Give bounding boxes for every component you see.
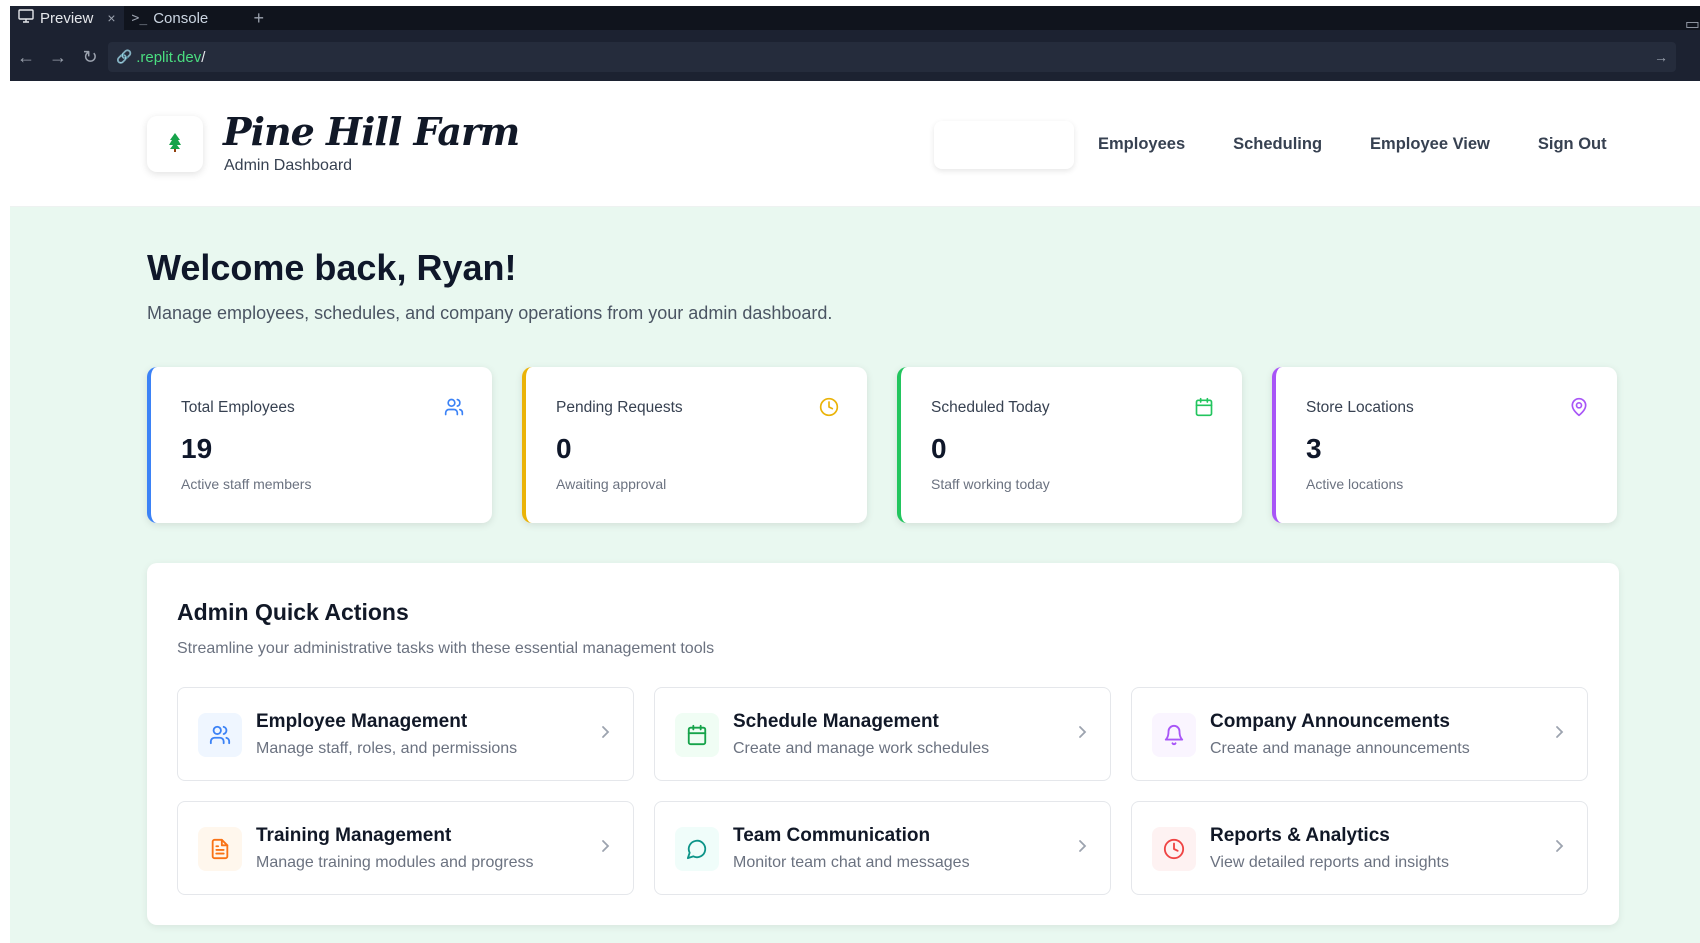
action-title: Team Communication bbox=[733, 825, 931, 846]
stat-value: 0 bbox=[931, 433, 947, 464]
stat-card-total-employees[interactable]: Total Employees 19 Active staff members bbox=[147, 367, 492, 523]
nav-sign-out[interactable]: Sign Out bbox=[1538, 135, 1607, 154]
stats-row: Total Employees 19 Active staff members … bbox=[147, 367, 1617, 523]
stat-value: 0 bbox=[556, 433, 572, 464]
chevron-right-icon bbox=[599, 838, 611, 854]
nav-scheduling[interactable]: Scheduling bbox=[1233, 135, 1322, 154]
tab-preview[interactable]: Preview × bbox=[10, 6, 124, 30]
stat-card-store-locations[interactable]: Store Locations 3 Active locations bbox=[1272, 367, 1617, 523]
action-company-announcements[interactable]: Company Announcements Create and manage … bbox=[1131, 687, 1588, 781]
clock-icon bbox=[1152, 827, 1196, 871]
monitor-icon bbox=[18, 9, 34, 27]
action-title: Schedule Management bbox=[733, 711, 939, 732]
action-team-communication[interactable]: Team Communication Monitor team chat and… bbox=[654, 801, 1111, 895]
chevron-right-icon bbox=[1553, 724, 1565, 740]
app-header: Pine Hill Farm Admin Dashboard Employees… bbox=[10, 81, 1700, 207]
tab-bar: Preview × >_ Console + bbox=[10, 6, 1700, 30]
action-title: Employee Management bbox=[256, 711, 468, 732]
chevron-right-icon bbox=[599, 724, 611, 740]
terminal-icon: >_ bbox=[131, 10, 148, 26]
quick-actions-panel: Admin Quick Actions Streamline your admi… bbox=[147, 563, 1619, 925]
address-row: ← → ↻ 🔗 .replit.dev/ → bbox=[10, 40, 1700, 74]
chevron-right-icon bbox=[1553, 838, 1565, 854]
stat-desc: Staff working today bbox=[931, 476, 1050, 492]
new-tab-button[interactable]: + bbox=[246, 6, 273, 30]
calendar-icon bbox=[1194, 397, 1214, 417]
action-reports-analytics[interactable]: Reports & Analytics View detailed report… bbox=[1131, 801, 1588, 895]
open-external-icon[interactable]: → bbox=[1654, 49, 1668, 65]
action-desc: Manage staff, roles, and permissions bbox=[256, 740, 518, 757]
page-subtitle: Manage employees, schedules, and company… bbox=[147, 303, 833, 323]
close-icon[interactable]: × bbox=[107, 10, 115, 26]
chevron-right-icon bbox=[1076, 724, 1088, 740]
calendar-icon bbox=[675, 713, 719, 757]
map-pin-icon bbox=[1569, 397, 1589, 417]
action-training-management[interactable]: Training Management Manage training modu… bbox=[177, 801, 634, 895]
quick-actions-grid: Employee Management Manage staff, roles,… bbox=[177, 687, 1588, 895]
stat-label: Store Locations bbox=[1306, 399, 1414, 416]
browser-chrome: Preview × >_ Console + ← → ↻ 🔗 .replit.d… bbox=[10, 6, 1700, 81]
bell-icon bbox=[1152, 713, 1196, 757]
users-icon bbox=[444, 397, 464, 417]
action-desc: Monitor team chat and messages bbox=[733, 854, 970, 871]
tab-console[interactable]: >_ Console bbox=[124, 6, 246, 30]
action-title: Training Management bbox=[256, 825, 452, 846]
action-desc: Create and manage work schedules bbox=[733, 740, 990, 757]
quick-actions-title: Admin Quick Actions bbox=[177, 599, 409, 625]
nav-employee-view[interactable]: Employee View bbox=[1370, 135, 1490, 154]
forward-icon[interactable]: → bbox=[42, 41, 74, 73]
action-desc: View detailed reports and insights bbox=[1210, 854, 1449, 871]
stat-value: 19 bbox=[181, 433, 213, 464]
main-nav: Employees Scheduling Employee View Sign … bbox=[1098, 135, 1655, 154]
back-icon[interactable]: ← bbox=[10, 41, 42, 73]
nav-employees[interactable]: Employees bbox=[1098, 135, 1185, 154]
brand-name: Pine Hill Farm bbox=[223, 109, 520, 154]
pine-tree-icon bbox=[167, 132, 183, 157]
nav-blank-button[interactable] bbox=[934, 121, 1074, 169]
main-content: Welcome back, Ryan! Manage employees, sc… bbox=[10, 207, 1700, 943]
message-circle-icon bbox=[675, 827, 719, 871]
action-title: Reports & Analytics bbox=[1210, 825, 1390, 846]
tab-label: Console bbox=[153, 9, 209, 27]
chevron-right-icon bbox=[1076, 838, 1088, 854]
stat-label: Pending Requests bbox=[556, 399, 683, 416]
stat-desc: Awaiting approval bbox=[556, 476, 667, 492]
link-icon: 🔗 bbox=[116, 49, 133, 64]
brand-subtitle: Admin Dashboard bbox=[224, 157, 353, 174]
file-text-icon bbox=[198, 827, 242, 871]
stat-card-scheduled-today[interactable]: Scheduled Today 0 Staff working today bbox=[897, 367, 1242, 523]
stat-desc: Active locations bbox=[1306, 476, 1404, 492]
stat-label: Total Employees bbox=[181, 399, 295, 416]
action-schedule-management[interactable]: Schedule Management Create and manage wo… bbox=[654, 687, 1111, 781]
stat-card-pending-requests[interactable]: Pending Requests 0 Awaiting approval bbox=[522, 367, 867, 523]
action-employee-management[interactable]: Employee Management Manage staff, roles,… bbox=[177, 687, 634, 781]
url-bar[interactable]: 🔗 .replit.dev/ → bbox=[108, 42, 1676, 72]
action-desc: Manage training modules and progress bbox=[256, 854, 534, 871]
stat-value: 3 bbox=[1306, 433, 1322, 464]
device-icon[interactable]: ▭ bbox=[1685, 14, 1700, 34]
stat-label: Scheduled Today bbox=[931, 399, 1050, 416]
quick-actions-subtitle: Streamline your administrative tasks wit… bbox=[177, 640, 715, 657]
stat-desc: Active staff members bbox=[181, 476, 312, 492]
page-title: Welcome back, Ryan! bbox=[147, 247, 517, 288]
action-title: Company Announcements bbox=[1210, 711, 1450, 732]
logo[interactable] bbox=[147, 116, 203, 172]
clock-icon bbox=[819, 397, 839, 417]
reload-icon[interactable]: ↻ bbox=[74, 41, 106, 73]
url-text: .replit.dev/ bbox=[136, 48, 206, 66]
users-icon bbox=[198, 713, 242, 757]
action-desc: Create and manage announcements bbox=[1210, 740, 1470, 757]
tab-label: Preview bbox=[40, 9, 94, 27]
